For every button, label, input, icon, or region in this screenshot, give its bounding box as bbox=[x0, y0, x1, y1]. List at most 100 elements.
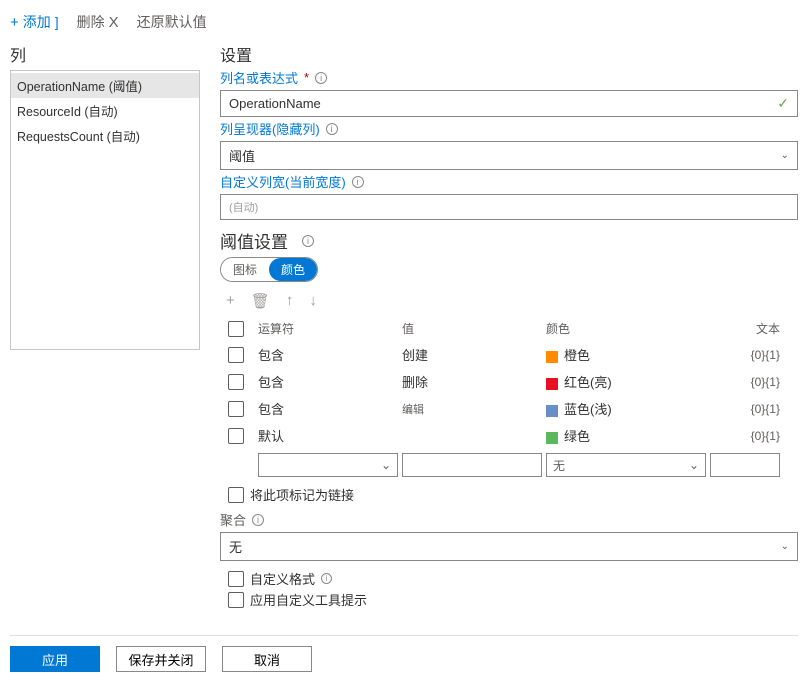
threshold-row[interactable]: 默认 绿色 {0}{1} bbox=[220, 422, 798, 449]
color-swatch bbox=[546, 405, 558, 417]
row-operator: 默认 bbox=[258, 426, 398, 445]
col-operator: 运算符 bbox=[258, 320, 398, 337]
col-color: 颜色 bbox=[546, 320, 706, 337]
settings-header: 设置 bbox=[220, 42, 798, 66]
custom-width-label-row: 自定义列宽(当前宽度) i bbox=[220, 172, 798, 191]
info-icon[interactable]: i bbox=[326, 123, 338, 135]
agg-label: 聚合 bbox=[220, 510, 246, 529]
move-down-button[interactable]: ↓ bbox=[309, 292, 317, 310]
renderer-label-row: 列呈现器(隐藏列) i bbox=[220, 119, 798, 138]
color-swatch bbox=[546, 351, 558, 363]
row-text: {0}{1} bbox=[710, 375, 780, 389]
make-link-label: 将此项标记为链接 bbox=[250, 485, 354, 504]
color-swatch bbox=[546, 432, 558, 444]
column-item[interactable]: ResourceId (自动) bbox=[11, 98, 199, 123]
tooltip-row: 应用自定义工具提示 bbox=[220, 590, 798, 609]
row-color: 红色(亮) bbox=[546, 372, 706, 391]
delete-threshold-button[interactable]: 🗑 bbox=[251, 292, 270, 310]
add-button[interactable]: + 添加 ] bbox=[10, 12, 59, 32]
agg-select[interactable]: 无 ⌄ bbox=[220, 532, 798, 561]
agg-label-row: 聚合 i bbox=[220, 510, 798, 529]
text-input[interactable] bbox=[710, 453, 780, 477]
custom-width-label: 自定义列宽(当前宽度) bbox=[220, 172, 346, 191]
row-checkbox[interactable] bbox=[228, 401, 244, 417]
delete-button[interactable]: 删除 X bbox=[77, 12, 119, 32]
column-item[interactable]: OperationName (阈值) bbox=[11, 73, 199, 98]
column-name-input[interactable]: OperationName ✓ bbox=[220, 90, 798, 117]
renderer-value: 阈值 bbox=[229, 146, 255, 165]
apply-button[interactable]: 应用 bbox=[10, 646, 100, 672]
info-icon[interactable]: i bbox=[252, 514, 264, 526]
tooltip-checkbox[interactable] bbox=[228, 592, 244, 608]
restore-label: 还原默认值 bbox=[137, 12, 207, 32]
threshold-row[interactable]: 包含 创建 橙色 {0}{1} bbox=[220, 341, 798, 368]
add-label: 添加 bbox=[23, 12, 51, 32]
bracket-icon: ] bbox=[55, 14, 59, 30]
move-up-button[interactable]: ↑ bbox=[286, 292, 294, 310]
threshold-mini-toolbar: + 🗑 ↑ ↓ bbox=[220, 292, 798, 310]
chevron-down-icon: ⌄ bbox=[381, 458, 391, 472]
main-content: 列 OperationName (阈值) ResourceId (自动) Req… bbox=[10, 42, 798, 609]
col-value: 值 bbox=[402, 320, 542, 337]
custom-format-checkbox[interactable] bbox=[228, 571, 244, 587]
columns-header: 列 bbox=[10, 42, 200, 70]
info-icon[interactable]: i bbox=[321, 573, 332, 584]
column-listbox[interactable]: OperationName (阈值) ResourceId (自动) Reque… bbox=[10, 70, 200, 350]
renderer-label: 列呈现器(隐藏列) bbox=[220, 119, 320, 138]
custom-format-row: 自定义格式 i bbox=[220, 569, 798, 588]
chevron-down-icon: ⌄ bbox=[689, 458, 699, 472]
tooltip-label: 应用自定义工具提示 bbox=[250, 590, 367, 609]
row-value: 编辑 bbox=[402, 401, 542, 417]
cancel-button[interactable]: 取消 bbox=[222, 646, 312, 672]
custom-width-input[interactable]: (自动) bbox=[220, 194, 798, 220]
required-star: * bbox=[304, 70, 309, 85]
threshold-header-row: 阈值设置 i bbox=[220, 228, 798, 253]
info-icon[interactable]: i bbox=[302, 235, 314, 247]
threshold-input-row: ⌄ 无⌄ bbox=[220, 453, 798, 477]
make-link-row: 将此项标记为链接 bbox=[220, 485, 798, 504]
row-operator: 包含 bbox=[258, 345, 398, 364]
check-icon: ✓ bbox=[777, 95, 789, 112]
delete-label: 删除 bbox=[77, 12, 105, 32]
info-icon[interactable]: i bbox=[315, 72, 327, 84]
operator-select[interactable]: ⌄ bbox=[258, 453, 398, 477]
row-text: {0}{1} bbox=[710, 429, 780, 443]
restore-defaults-button[interactable]: 还原默认值 bbox=[137, 12, 207, 32]
row-color: 橙色 bbox=[546, 345, 706, 364]
column-name-label: 列名或表达式 bbox=[220, 68, 298, 87]
value-input[interactable] bbox=[402, 453, 542, 477]
threshold-row[interactable]: 包含 删除 红色(亮) {0}{1} bbox=[220, 368, 798, 395]
icon-color-toggle[interactable]: 图标 颜色 bbox=[220, 257, 318, 282]
threshold-settings-header: 阈值设置 bbox=[220, 228, 288, 253]
row-value: 创建 bbox=[402, 345, 542, 364]
row-checkbox[interactable] bbox=[228, 374, 244, 390]
row-checkbox[interactable] bbox=[228, 347, 244, 363]
toggle-icon-option[interactable]: 图标 bbox=[221, 258, 269, 281]
row-color: 绿色 bbox=[546, 426, 706, 445]
plus-icon: + bbox=[10, 14, 19, 31]
renderer-select[interactable]: 阈值 ⌄ bbox=[220, 141, 798, 170]
toggle-color-option[interactable]: 颜色 bbox=[269, 258, 317, 281]
row-operator: 包含 bbox=[258, 399, 398, 418]
row-color: 蓝色(浅) bbox=[546, 399, 706, 418]
col-text: 文本 bbox=[710, 320, 780, 337]
chevron-down-icon: ⌄ bbox=[781, 150, 789, 161]
chevron-down-icon: ⌄ bbox=[781, 541, 789, 552]
color-swatch bbox=[546, 378, 558, 390]
threshold-row[interactable]: 包含 编辑 蓝色(浅) {0}{1} bbox=[220, 395, 798, 422]
add-threshold-button[interactable]: + bbox=[226, 292, 235, 310]
info-icon[interactable]: i bbox=[352, 176, 364, 188]
custom-format-label: 自定义格式 bbox=[250, 569, 315, 588]
row-checkbox[interactable] bbox=[228, 428, 244, 444]
color-select[interactable]: 无⌄ bbox=[546, 453, 706, 477]
column-item[interactable]: RequestsCount (自动) bbox=[11, 123, 199, 148]
threshold-table-header: 运算符 值 颜色 文本 bbox=[220, 316, 798, 341]
save-close-button[interactable]: 保存并关闭 bbox=[116, 646, 206, 672]
footer: 应用 保存并关闭 取消 bbox=[10, 635, 798, 678]
row-text: {0}{1} bbox=[710, 402, 780, 416]
make-link-checkbox[interactable] bbox=[228, 487, 244, 503]
agg-value: 无 bbox=[229, 537, 242, 556]
row-operator: 包含 bbox=[258, 372, 398, 391]
select-all-checkbox[interactable] bbox=[228, 321, 244, 337]
left-column: 列 OperationName (阈值) ResourceId (自动) Req… bbox=[10, 42, 200, 609]
